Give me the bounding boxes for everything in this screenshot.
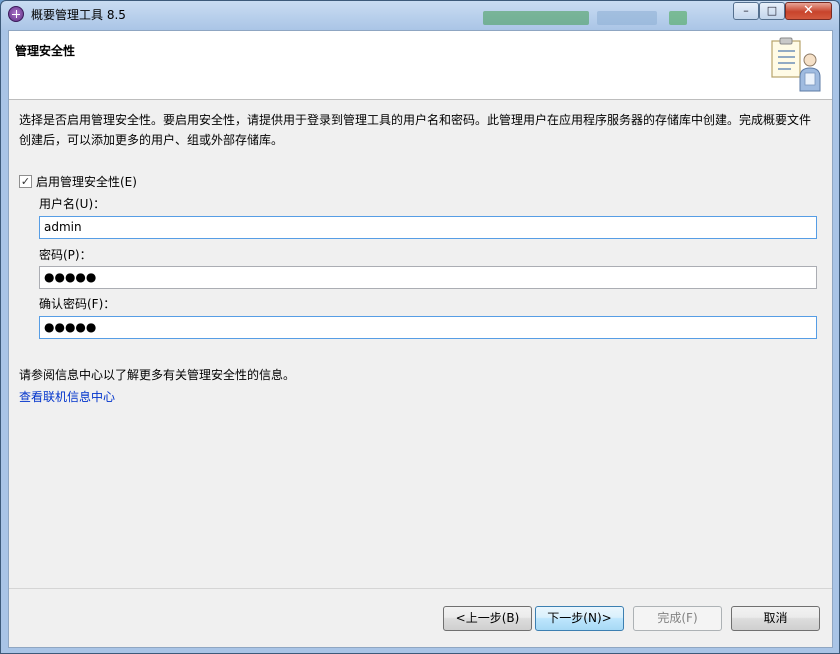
close-button[interactable]: ✕ [785,2,832,20]
confirm-password-label: 确认密码(F)： [39,297,116,311]
enable-security-checkbox[interactable]: ✓ [19,175,32,188]
minimize-button[interactable]: – [733,2,759,20]
checklist-user-icon [771,37,821,92]
help-text: 请参阅信息中心以了解更多有关管理安全性的信息。 [19,368,296,382]
wizard-window: 概要管理工具 8.5 – □ ✕ 管理安全性 选择是否启用管理安全性。要启用安全… [0,0,840,654]
background-taskbar-strip [669,11,687,25]
page-title: 管理安全性 [15,44,76,58]
background-taskbar-strip [483,11,589,25]
password-input[interactable]: ●●●●● [39,266,817,289]
wizard-banner: 管理安全性 [9,31,832,100]
confirm-password-input[interactable]: ●●●●● [39,316,817,339]
finish-button: 完成(F) [633,606,722,631]
window-title: 概要管理工具 8.5 [31,8,126,22]
username-label: 用户名(U)： [39,197,106,211]
enable-security-label[interactable]: 启用管理安全性(E) [36,173,137,190]
background-taskbar-strip [597,11,657,25]
password-label: 密码(P)： [39,248,92,262]
wizard-footer: <上一步(B) 下一步(N)> 完成(F) 取消 [9,588,832,648]
wizard-client-area: 管理安全性 选择是否启用管理安全性。要启用安全性，请提供用于登录到管理工具的用户… [8,30,833,648]
cancel-button[interactable]: 取消 [731,606,820,631]
page-description: 选择是否启用管理安全性。要启用安全性，请提供用于登录到管理工具的用户名和密码。此… [19,113,812,147]
next-button[interactable]: 下一步(N)> [535,606,624,631]
back-button[interactable]: <上一步(B) [443,606,532,631]
username-input[interactable]: admin [39,216,817,239]
enable-security-row[interactable]: ✓ 启用管理安全性(E) [19,173,137,190]
maximize-button[interactable]: □ [759,2,785,20]
information-center-link[interactable]: 查看联机信息中心 [19,388,115,405]
app-icon [8,6,24,22]
title-bar: 概要管理工具 8.5 – □ ✕ [1,1,839,27]
